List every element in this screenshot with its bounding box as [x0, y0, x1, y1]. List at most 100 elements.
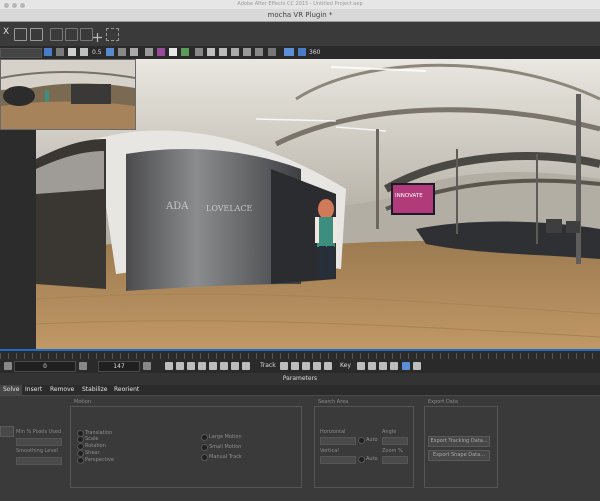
parameters-title: Parameters	[282, 375, 318, 382]
next-keyframe-icon[interactable]	[390, 362, 398, 370]
next-key-icon[interactable]	[220, 362, 228, 370]
channel-icon[interactable]	[56, 48, 64, 56]
surface-icon[interactable]	[195, 48, 203, 56]
rotation-label: Rotation	[85, 443, 106, 449]
smoothing-field[interactable]	[16, 457, 62, 465]
track-stop-icon[interactable]	[302, 362, 310, 370]
grid-icon[interactable]	[130, 48, 138, 56]
zoom-label: Zoom %	[382, 448, 403, 454]
rect-tool-icon[interactable]	[106, 28, 119, 41]
left-truncated-button[interactable]	[0, 426, 14, 437]
horizontal-field[interactable]	[320, 437, 356, 445]
track-forward-icon[interactable]	[324, 362, 332, 370]
autokey-icon[interactable]	[402, 362, 410, 370]
in-point-icon[interactable]	[4, 362, 12, 370]
outline-icon[interactable]	[169, 48, 177, 56]
tab-remove[interactable]: Remove	[47, 385, 77, 395]
pan-icon[interactable]	[118, 48, 126, 56]
scale-checkbox[interactable]	[77, 436, 84, 443]
vertical-field[interactable]	[320, 456, 356, 464]
add-point-icon[interactable]	[92, 28, 103, 42]
vertical-auto-label: Auto	[366, 456, 378, 462]
overview-thumbnail[interactable]	[0, 59, 136, 130]
large-motion-radio[interactable]	[201, 434, 208, 441]
stop-icon[interactable]	[198, 362, 206, 370]
overlay-icon[interactable]	[80, 48, 88, 56]
os-title-bar: Adobe After Effects CC 2015 - Untitled P…	[0, 0, 600, 9]
horizontal-auto-label: Auto	[366, 437, 378, 443]
play-backward-icon[interactable]	[187, 362, 195, 370]
projection-p-icon[interactable]	[284, 48, 294, 56]
tab-solve[interactable]: Solve	[0, 385, 23, 395]
toggle-icon[interactable]	[219, 48, 227, 56]
min-pixels-field[interactable]	[16, 438, 62, 446]
vr-mode-icon[interactable]	[298, 48, 306, 56]
manual-track-radio[interactable]	[201, 454, 208, 461]
manual-track-label: Manual Track	[209, 454, 242, 460]
search-area-label: Search Area	[318, 399, 349, 405]
track-backward-icon[interactable]	[280, 362, 288, 370]
view-toolbar: 0.5 360	[0, 46, 600, 60]
select-tool-icon[interactable]	[14, 28, 27, 41]
go-start-icon[interactable]	[165, 362, 173, 370]
export-tracking-button[interactable]: Export Tracking Data...	[428, 436, 490, 447]
go-end-icon[interactable]	[231, 362, 239, 370]
render-icon[interactable]	[243, 48, 251, 56]
xspline-tool-icon[interactable]	[65, 28, 78, 41]
prev-keyframe-icon[interactable]	[379, 362, 387, 370]
color-icon[interactable]	[68, 48, 76, 56]
tab-stabilize[interactable]: Stabilize	[79, 385, 111, 395]
perspective-checkbox[interactable]	[77, 457, 84, 464]
tab-reorient[interactable]: Reorient	[111, 385, 142, 395]
timeline-ruler[interactable]	[0, 353, 600, 359]
out-frame-field[interactable]: 147	[98, 361, 140, 372]
large-motion-label: Large Motion	[209, 434, 242, 440]
link-tool-icon[interactable]	[50, 28, 63, 41]
zoom-field[interactable]	[382, 456, 408, 464]
horizontal-label: Horizontal	[320, 429, 346, 435]
delete-key-icon[interactable]	[368, 362, 376, 370]
move-tool-icon[interactable]	[30, 28, 43, 41]
viewer-mode-icon[interactable]	[44, 48, 52, 56]
view-settings-icon[interactable]	[268, 48, 276, 56]
zoom-fit-icon[interactable]	[106, 48, 114, 56]
left-side-panel	[0, 128, 36, 349]
add-key-icon[interactable]	[357, 362, 365, 370]
key-label: Key	[340, 362, 351, 369]
prev-key-icon[interactable]	[176, 362, 184, 370]
close-view-button[interactable]: X	[3, 27, 9, 37]
window-controls[interactable]	[4, 3, 25, 8]
layer-icon[interactable]	[207, 48, 215, 56]
timeline[interactable]: 0 147 Track Key	[0, 349, 600, 375]
smoothing-label: Smoothing Level	[16, 448, 58, 454]
track-next-icon[interactable]	[313, 362, 321, 370]
export-shape-button[interactable]: Export Shape Data...	[428, 450, 490, 461]
vertical-auto-checkbox[interactable]	[358, 456, 365, 463]
track-prev-icon[interactable]	[291, 362, 299, 370]
layer-dropdown[interactable]	[0, 48, 42, 58]
out-point-icon[interactable]	[143, 362, 151, 370]
loop-icon[interactable]	[242, 362, 250, 370]
vertical-label: Vertical	[320, 448, 339, 454]
in-frame-field[interactable]: 0	[14, 361, 76, 372]
matte-icon[interactable]	[157, 48, 165, 56]
horizontal-auto-checkbox[interactable]	[358, 437, 365, 444]
track-icon[interactable]	[181, 48, 189, 56]
scale-label: Scale	[85, 436, 99, 442]
motion-group-label: Motion	[74, 399, 91, 405]
dropdown-icon[interactable]	[255, 48, 263, 56]
shear-checkbox[interactable]	[77, 450, 84, 457]
angle-field[interactable]	[382, 437, 408, 445]
key-options-icon[interactable]	[413, 362, 421, 370]
frame-lock-icon[interactable]	[79, 362, 87, 370]
projection-value: 360	[309, 49, 321, 56]
small-motion-radio[interactable]	[201, 444, 208, 451]
options-icon[interactable]	[231, 48, 239, 56]
rotation-checkbox[interactable]	[77, 443, 84, 450]
parameter-tabs: Solve Insert Remove Stabilize Reorient	[0, 385, 600, 395]
mask-icon[interactable]	[145, 48, 153, 56]
play-forward-icon[interactable]	[209, 362, 217, 370]
track-label: Track	[260, 362, 276, 369]
tab-insert[interactable]: Insert	[22, 385, 45, 395]
angle-label: Angle	[382, 429, 397, 435]
